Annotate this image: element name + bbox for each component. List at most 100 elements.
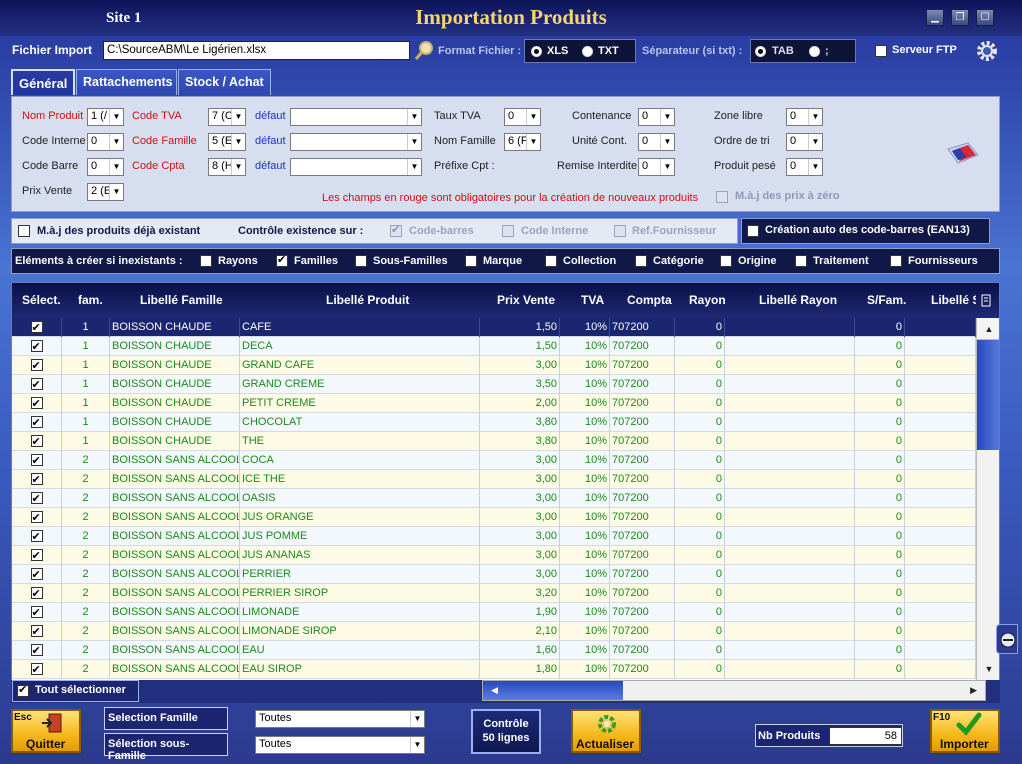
cell-select[interactable] [12,451,62,470]
row-select-checkbox[interactable] [30,395,43,413]
create-collection-checkbox[interactable] [545,255,557,267]
minimize-button[interactable]: ▁ [926,9,944,26]
cell-select[interactable] [12,603,62,622]
table-row[interactable]: 1BOISSON CHAUDECHOCOLAT3,8010%70720000 [12,413,976,432]
code-barre-select[interactable]: 0 ▼ [87,158,124,176]
produit-pese-select[interactable]: 0 ▼ [786,158,823,176]
prix-vente-select[interactable]: 2 (E ▼ [87,183,124,201]
table-row[interactable]: 2BOISSON SANS ALCOOLLIMONADE SIROP2,1010… [12,622,976,641]
table-row[interactable]: 1BOISSON CHAUDEGRAND CAFE3,0010%70720000 [12,356,976,375]
code-cpta-select[interactable]: 8 (H ▼ [208,158,246,176]
browse-file-icon[interactable] [414,39,436,61]
separator-tab-radio[interactable] [755,46,766,57]
separator-semicolon-radio[interactable] [809,46,820,57]
row-select-checkbox[interactable] [30,509,43,527]
col-header-libelle-famille[interactable]: Libellé Famille [140,293,223,307]
select-all-checkbox[interactable] [17,683,29,697]
cell-select[interactable] [12,318,62,337]
cell-select[interactable] [12,660,62,679]
scroll-down-icon[interactable]: ▼ [977,658,999,680]
controle-reffournisseur-checkbox[interactable] [614,225,626,237]
cell-select[interactable] [12,413,62,432]
quit-button[interactable]: Esc Quitter [11,709,81,753]
scroll-right-icon[interactable]: ▶ [970,685,977,696]
code-cpta-default-select[interactable]: ▼ [290,158,422,176]
contenance-select[interactable]: 0 ▼ [638,108,675,126]
table-row[interactable]: 2BOISSON SANS ALCOOLCOCA3,0010%70720000 [12,451,976,470]
import-button[interactable]: F10 Importer [930,709,1000,753]
code-interne-select[interactable]: 0 ▼ [87,133,124,151]
column-chooser-icon[interactable] [980,293,992,307]
code-famille-default-select[interactable]: ▼ [290,133,422,151]
cell-select[interactable] [12,470,62,489]
row-select-checkbox[interactable] [30,585,43,603]
settings-gear-icon[interactable] [975,39,999,63]
cell-select[interactable] [12,337,62,356]
create-categorie-checkbox[interactable] [635,255,647,267]
cell-select[interactable] [12,546,62,565]
create-familles-checkbox[interactable] [276,253,288,267]
scroll-left-icon[interactable]: ◀ [491,685,498,696]
cell-select[interactable] [12,356,62,375]
create-origine-checkbox[interactable] [720,255,732,267]
creation-auto-ean13-checkbox[interactable] [747,225,759,237]
col-header-tva[interactable]: TVA [581,293,604,307]
controle-codeinterne-checkbox[interactable] [502,225,514,237]
row-select-checkbox[interactable] [30,528,43,546]
code-tva-select[interactable]: 7 (C ▼ [208,108,246,126]
code-famille-select[interactable]: 5 (E ▼ [208,133,246,151]
format-xls-radio[interactable] [531,46,542,57]
col-header-rayon[interactable]: Rayon [689,293,726,307]
cell-select[interactable] [12,584,62,603]
taux-tva-select[interactable]: 0 ▼ [504,108,541,126]
cell-select[interactable] [12,622,62,641]
vertical-scroll-thumb[interactable] [977,340,999,450]
format-txt-radio[interactable] [582,46,593,57]
create-traitement-checkbox[interactable] [795,255,807,267]
file-path-input[interactable]: C:\SourceABM\Le Ligérien.xlsx [103,41,410,60]
create-sousfamilles-checkbox[interactable] [355,255,367,267]
table-row[interactable]: 1BOISSON CHAUDEDECA1,5010%70720000 [12,337,976,356]
table-row[interactable]: 2BOISSON SANS ALCOOLPERRIER SIROP3,2010%… [12,584,976,603]
table-row[interactable]: 2BOISSON SANS ALCOOLPERRIER3,0010%707200… [12,565,976,584]
cell-select[interactable] [12,641,62,660]
col-header-sfam[interactable]: S/Fam. [867,293,906,307]
tab-rattachements[interactable]: Rattachements [76,69,177,95]
table-row[interactable]: 2BOISSON SANS ALCOOLLIMONADE1,9010%70720… [12,603,976,622]
ftp-checkbox[interactable] [875,45,887,57]
col-header-libelle-produit[interactable]: Libellé Produit [326,293,409,307]
zone-libre-select[interactable]: 0 ▼ [786,108,823,126]
row-select-checkbox[interactable] [30,490,43,508]
row-select-checkbox[interactable] [30,376,43,394]
restore-button[interactable]: ❐ [951,9,969,26]
create-marque-checkbox[interactable] [465,255,477,267]
col-header-select[interactable]: Sélect. [22,293,61,307]
col-header-libelle-rayon[interactable]: Libellé Rayon [759,293,837,307]
col-header-fam[interactable]: fam. [78,293,103,307]
col-header-libelle-sfam[interactable]: Libellé S [931,293,976,307]
create-rayons-checkbox[interactable] [200,255,212,267]
controle-50-lignes-button[interactable]: Contrôle 50 lignes [471,709,541,754]
unite-cont-select[interactable]: 0 ▼ [638,133,675,151]
horizontal-scroll-thumb[interactable] [483,681,623,700]
cell-select[interactable] [12,489,62,508]
col-header-prix-vente[interactable]: Prix Vente [497,293,555,307]
scroll-up-icon[interactable]: ▲ [977,318,999,340]
selection-famille-select[interactable]: Toutes ▼ [255,710,425,728]
row-select-checkbox[interactable] [30,452,43,470]
cell-select[interactable] [12,432,62,451]
row-select-checkbox[interactable] [30,319,43,337]
tab-stock-achat[interactable]: Stock / Achat [178,69,271,95]
table-row[interactable]: 2BOISSON SANS ALCOOLJUS ORANGE3,0010%707… [12,508,976,527]
table-row[interactable]: 1BOISSON CHAUDEPETIT CREME2,0010%7072000… [12,394,976,413]
table-row[interactable]: 2BOISSON SANS ALCOOLEAU1,6010%70720000 [12,641,976,660]
row-select-checkbox[interactable] [30,338,43,356]
maj-existants-checkbox[interactable] [18,225,30,237]
row-select-checkbox[interactable] [30,604,43,622]
maj-prix-zero-checkbox[interactable] [716,191,728,203]
table-row[interactable]: 2BOISSON SANS ALCOOLJUS ANANAS3,0010%707… [12,546,976,565]
horizontal-scrollbar[interactable]: ◀ ▶ [482,680,986,701]
tab-general[interactable]: Général [11,69,75,95]
cell-select[interactable] [12,375,62,394]
actualiser-button[interactable]: Actualiser [571,709,641,753]
